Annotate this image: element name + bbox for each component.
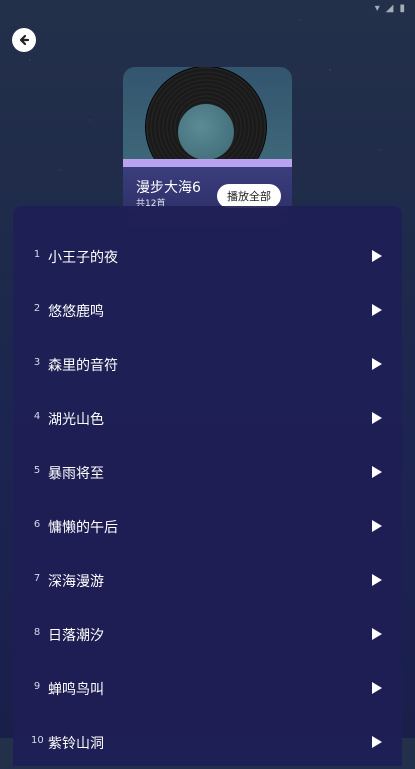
album-title: 漫步大海6 <box>136 180 201 196</box>
track-title: 森里的音符 <box>48 358 118 374</box>
track-index: 3 <box>33 357 41 368</box>
play-icon[interactable] <box>372 358 382 370</box>
track-title: 暴雨将至 <box>48 466 104 482</box>
play-icon[interactable] <box>372 412 382 424</box>
status-icons: ▾ ◢ ▮ <box>375 3 405 14</box>
track-row[interactable]: 9 蝉鸣鸟叫 <box>13 661 402 715</box>
track-row[interactable]: 3 森里的音符 <box>13 337 402 391</box>
album-cover: 漫步大海6 共12首 播放全部 <box>123 67 292 227</box>
track-row[interactable]: 6 慵懒的午后 <box>13 499 402 553</box>
track-index: 5 <box>33 465 41 476</box>
track-row[interactable]: 7 深海漫游 <box>13 553 402 607</box>
track-index: 4 <box>33 411 41 422</box>
play-icon[interactable] <box>372 466 382 478</box>
signal-icon: ◢ <box>385 3 394 14</box>
play-icon[interactable] <box>372 574 382 586</box>
track-title: 深海漫游 <box>48 574 104 590</box>
play-all-button[interactable]: 播放全部 <box>217 184 281 208</box>
track-index: 8 <box>33 627 41 638</box>
back-button[interactable] <box>12 28 36 52</box>
battery-icon: ▮ <box>399 3 405 14</box>
track-index: 2 <box>33 303 41 314</box>
track-title: 小王子的夜 <box>48 250 118 266</box>
track-list: 1 小王子的夜 2 悠悠鹿鸣 3 森里的音符 4 湖光山色 5 暴雨将至 6 慵懒的午后 7 深海漫游 8 日… <box>13 229 402 769</box>
track-row[interactable]: 2 悠悠鹿鸣 <box>13 283 402 337</box>
track-row[interactable]: 10 紫铃山洞 <box>13 715 402 769</box>
play-icon[interactable] <box>372 520 382 532</box>
track-index: 10 <box>31 735 44 746</box>
track-index: 6 <box>33 519 41 530</box>
play-icon[interactable] <box>372 304 382 316</box>
track-list-panel: 1 小王子的夜 2 悠悠鹿鸣 3 森里的音符 4 湖光山色 5 暴雨将至 6 慵懒的午后 7 深海漫游 8 日… <box>13 206 402 766</box>
track-title: 湖光山色 <box>48 412 104 428</box>
track-index: 1 <box>33 249 41 260</box>
accent-bar <box>123 159 292 167</box>
track-title: 日落潮汐 <box>48 628 104 644</box>
play-icon[interactable] <box>372 250 382 262</box>
track-row[interactable]: 1 小王子的夜 <box>13 229 402 283</box>
track-title: 悠悠鹿鸣 <box>48 304 104 320</box>
wifi-icon: ▾ <box>374 3 380 14</box>
track-index: 7 <box>33 573 41 584</box>
record-label <box>178 104 234 160</box>
track-title: 慵懒的午后 <box>48 520 118 536</box>
track-index: 9 <box>33 681 41 692</box>
play-icon[interactable] <box>372 682 382 694</box>
play-icon[interactable] <box>372 628 382 640</box>
status-bar: ▾ ◢ ▮ <box>0 0 415 18</box>
track-row[interactable]: 5 暴雨将至 <box>13 445 402 499</box>
track-title: 蝉鸣鸟叫 <box>48 682 104 698</box>
track-row[interactable]: 4 湖光山色 <box>13 391 402 445</box>
track-title: 紫铃山洞 <box>48 736 104 752</box>
track-row[interactable]: 8 日落潮汐 <box>13 607 402 661</box>
arrow-left-icon <box>19 34 30 46</box>
